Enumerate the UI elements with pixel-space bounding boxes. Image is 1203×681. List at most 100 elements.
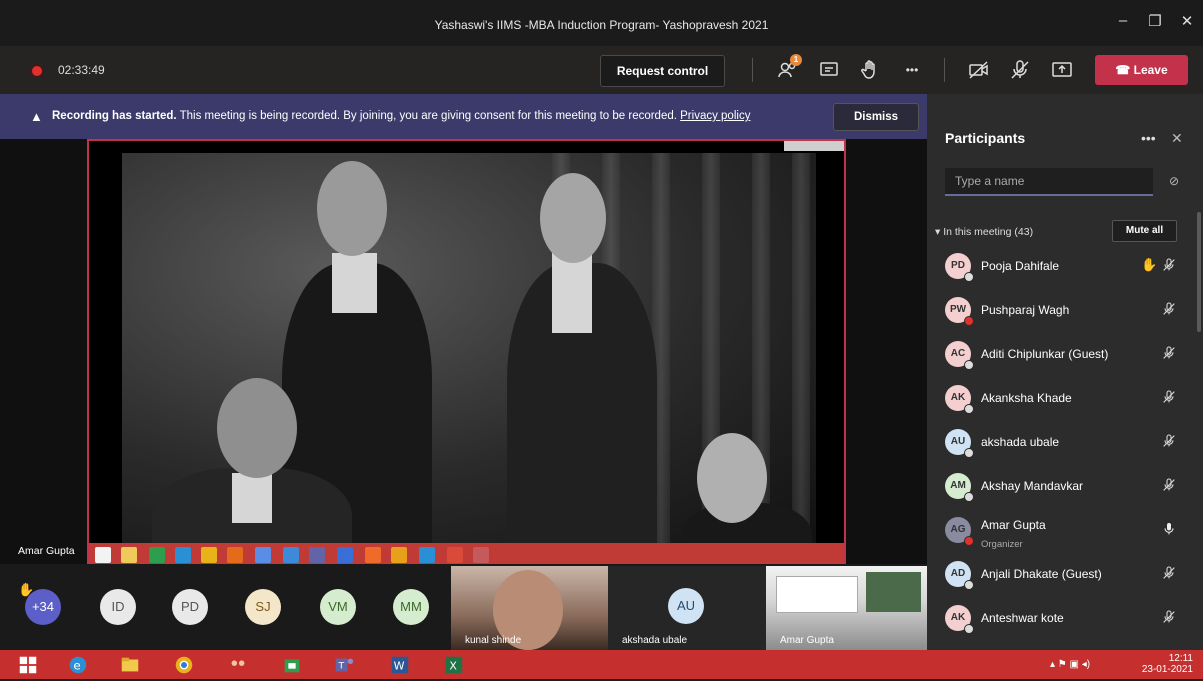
avatar[interactable]: VM: [320, 589, 356, 625]
mic-off-icon[interactable]: [1008, 58, 1032, 82]
overflow-avatar[interactable]: +34: [25, 589, 61, 625]
chat-icon[interactable]: [817, 58, 841, 82]
video-tile[interactable]: AU akshada ubale: [608, 566, 766, 650]
windows-start-icon[interactable]: [16, 654, 42, 676]
video-tile[interactable]: Amar Gupta: [766, 566, 927, 650]
meeting-toolbar: 02:33:49 Request control 1 ••• ☎ Leave: [0, 46, 1203, 94]
start-icon: [95, 547, 111, 563]
participant-name: Anteshwar kote: [981, 611, 1064, 625]
powerpoint-icon: [447, 547, 463, 563]
warning-icon: ▲: [30, 109, 43, 124]
mic-off-icon[interactable]: [1161, 389, 1177, 405]
participant-name: akshada ubale: [981, 435, 1060, 449]
windows-taskbar: e T W X ▴ ⚑ ▣ ◂) 12:11 23-01-2021: [0, 650, 1203, 679]
mic-off-icon[interactable]: [1161, 345, 1177, 361]
participant-search-input[interactable]: [953, 168, 1147, 194]
participants-icon[interactable]: 1: [776, 54, 802, 82]
mic-off-icon[interactable]: [1161, 257, 1177, 273]
ie-icon[interactable]: e: [66, 654, 92, 676]
privacy-policy-link[interactable]: Privacy policy: [680, 110, 750, 122]
panel-more-icon[interactable]: •••: [1141, 130, 1156, 146]
app-icon: [419, 547, 435, 563]
store-icon[interactable]: [280, 654, 306, 676]
status-indicator: [964, 492, 974, 502]
participant-row[interactable]: AC Aditi Chiplunkar (Guest): [927, 332, 1197, 376]
file-explorer-icon[interactable]: [118, 654, 144, 676]
mic-off-icon[interactable]: [1161, 433, 1177, 449]
mic-off-icon[interactable]: [1161, 477, 1177, 493]
request-control-button[interactable]: Request control: [600, 55, 725, 87]
word-icon[interactable]: W: [388, 654, 414, 676]
chrome-icon: [201, 547, 217, 563]
app-icon: [391, 547, 407, 563]
system-tray-icons[interactable]: ▴ ⚑ ▣ ◂): [1050, 659, 1090, 670]
participant-row[interactable]: AK Anteshwar kote: [927, 596, 1197, 640]
leave-button[interactable]: ☎ Leave: [1095, 55, 1188, 85]
panel-close-icon[interactable]: ✕: [1171, 130, 1183, 147]
participant-row[interactable]: AG Amar Gupta Organizer: [927, 508, 1197, 552]
participant-name: Pooja Dahifale: [981, 259, 1060, 273]
avatar[interactable]: SJ: [245, 589, 281, 625]
window-title: Yashaswi's IIMS -MBA Induction Program- …: [434, 18, 769, 32]
app-icon: [365, 547, 381, 563]
participant-row[interactable]: PW Pushparaj Wagh: [927, 288, 1197, 332]
mute-all-button[interactable]: Mute all: [1112, 220, 1177, 242]
raise-hand-icon[interactable]: [858, 58, 882, 82]
participant-row[interactable]: AD Anjali Dhakate (Guest): [927, 552, 1197, 596]
shared-screen: [87, 139, 846, 569]
status-indicator: [964, 404, 974, 414]
close-icon[interactable]: ✕: [1175, 12, 1199, 30]
avatar[interactable]: ID: [100, 589, 136, 625]
video-tile-name: akshada ubale: [622, 635, 688, 646]
clock-time: 12:11: [1168, 653, 1193, 664]
video-tile-name: kunal shinde: [465, 635, 522, 646]
svg-text:W: W: [394, 660, 405, 673]
status-indicator: [964, 272, 974, 282]
mic-off-icon[interactable]: [1161, 609, 1177, 625]
meeting-timer: 02:33:49: [58, 63, 105, 77]
restore-icon[interactable]: ❐: [1143, 12, 1167, 30]
participant-name: Aditi Chiplunkar (Guest): [981, 347, 1109, 361]
participant-row[interactable]: AK Akanksha Khade: [927, 376, 1197, 420]
system-clock[interactable]: 12:11 23-01-2021: [1142, 653, 1193, 675]
svg-text:T: T: [338, 661, 345, 672]
camera-off-icon[interactable]: [967, 58, 991, 82]
app-icon: [283, 547, 299, 563]
avatar[interactable]: MM: [393, 589, 429, 625]
mic-off-icon[interactable]: [1161, 565, 1177, 581]
in-meeting-label: In this meeting (43): [943, 226, 1034, 238]
video-tile-name: Amar Gupta: [780, 635, 834, 646]
shared-window-controls: [784, 141, 844, 151]
svg-text:e: e: [73, 659, 80, 673]
teams-icon[interactable]: T: [332, 654, 358, 676]
recording-banner: ▲ Recording has started. This meeting is…: [0, 94, 927, 139]
status-indicator: [964, 580, 974, 590]
mic-on-icon[interactable]: [1161, 521, 1177, 537]
people-app-icon[interactable]: [226, 654, 252, 676]
minimize-icon[interactable]: –: [1111, 12, 1135, 29]
more-actions-icon[interactable]: •••: [900, 58, 924, 82]
mic-off-icon[interactable]: [1161, 301, 1177, 317]
panel-scrollbar[interactable]: [1197, 212, 1201, 332]
chrome-icon[interactable]: [172, 654, 198, 676]
dismiss-button[interactable]: Dismiss: [833, 103, 919, 131]
video-tile[interactable]: kunal shinde: [451, 566, 608, 650]
app-icon: [473, 547, 489, 563]
participant-row[interactable]: AM Akshay Mandavkar: [927, 464, 1197, 508]
participant-name: Akshay Mandavkar: [981, 479, 1084, 493]
recording-message: Recording has started. This meeting is b…: [52, 110, 750, 122]
title-bar: Yashaswi's IIMS -MBA Induction Program- …: [0, 0, 1203, 46]
participant-role: Organizer: [981, 539, 1023, 550]
status-indicator: [964, 448, 974, 458]
firefox-icon: [227, 547, 243, 563]
participant-row[interactable]: AU akshada ubale: [927, 420, 1197, 464]
participant-row[interactable]: PD Pooja Dahifale ✋: [927, 244, 1197, 288]
status-indicator: [964, 536, 974, 546]
share-invite-icon[interactable]: ⊘: [1169, 174, 1179, 188]
toolbar-divider: [752, 58, 753, 82]
in-meeting-section[interactable]: ▾ In this meeting (43): [935, 226, 1033, 238]
share-screen-icon[interactable]: [1050, 58, 1074, 82]
excel-icon[interactable]: X: [442, 654, 468, 676]
avatar[interactable]: PD: [172, 589, 208, 625]
panel-title: Participants: [945, 130, 1026, 146]
